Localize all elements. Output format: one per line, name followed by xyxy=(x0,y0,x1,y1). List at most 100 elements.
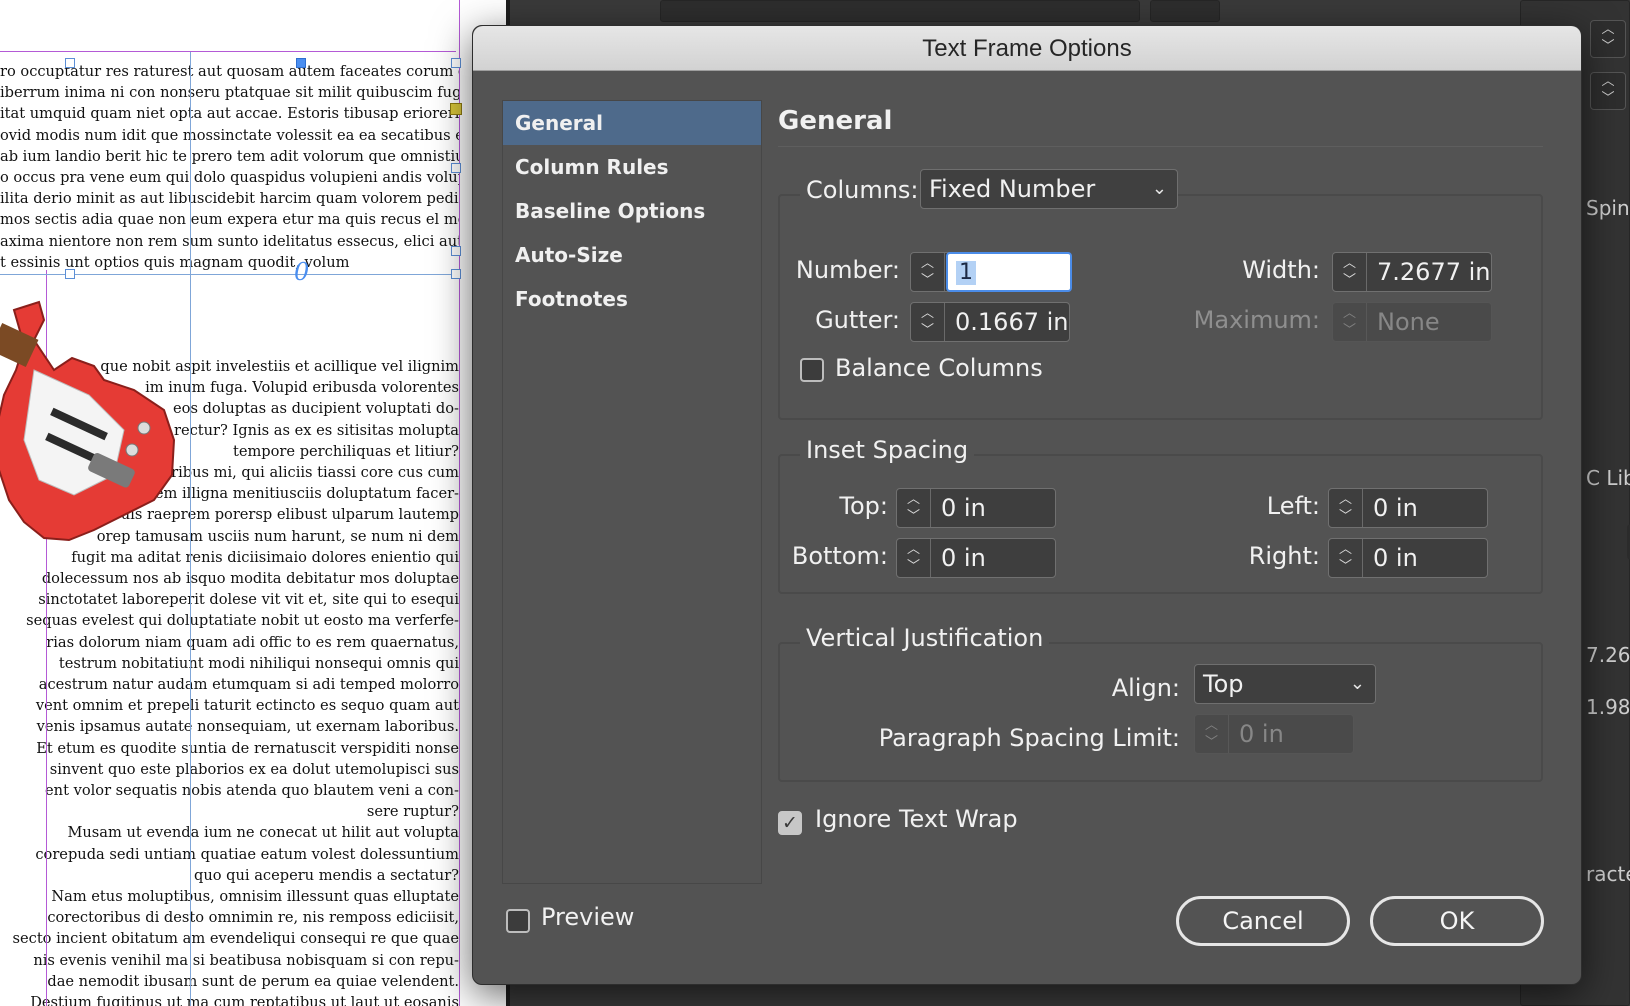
frame-handle-top-right[interactable] xyxy=(451,58,461,68)
vertical-justification-group: Vertical Justification Align: Top ⌄ Para… xyxy=(778,624,1543,782)
checkmark-icon: ✓ xyxy=(782,812,798,834)
vertical-justification-title: Vertical Justification xyxy=(800,624,1050,652)
number-input[interactable]: 1 xyxy=(946,252,1072,292)
chevron-down-icon: ⌄ xyxy=(1151,178,1167,199)
text-line: dolecessum nos ab isquo modita debitatur… xyxy=(41,570,459,588)
inset-right-value: 0 in xyxy=(1373,544,1418,572)
text-line: venis ipsamus autate nonsequiam, ut exer… xyxy=(36,718,459,736)
maximum-field: ︿ ﹀ None xyxy=(1332,302,1492,342)
control-bar-segment xyxy=(1150,0,1220,22)
inset-top-stepper-icon[interactable]: ︿ ﹀ xyxy=(897,489,931,527)
control-bar xyxy=(660,0,1140,22)
text-line: sinvent quo este plaborios ex ea dolut u… xyxy=(49,760,459,778)
inset-bottom-value: 0 in xyxy=(941,544,986,572)
text-line: testrum nobitatiunt modi nihiliqui nonse… xyxy=(58,654,459,672)
number-label: Number: xyxy=(795,256,900,284)
maximum-stepper-icon: ︿ ﹀ xyxy=(1333,303,1367,341)
balance-columns-label[interactable]: Balance Columns xyxy=(835,354,1043,382)
text-line: vent omnim et prepeli taturit ectincto e… xyxy=(35,697,459,715)
panel-stepper-top[interactable]: ︿ ﹀ xyxy=(1590,20,1626,58)
number-stepper-icon[interactable]: ︿ ﹀ xyxy=(911,253,945,291)
text-frame-top[interactable]: ro occuptatur res raturest aut quosam au… xyxy=(0,61,459,276)
number-input-selection: 1 xyxy=(956,261,976,285)
text-line: ab ium landio berit hic te prero tem adi… xyxy=(0,147,459,165)
width-stepper-icon[interactable]: ︿ ﹀ xyxy=(1333,253,1367,291)
out-port-icon[interactable]: 0 xyxy=(294,258,309,286)
gutter-field[interactable]: ︿ ﹀ 0.1667 in xyxy=(910,302,1070,342)
text-line: rias dolorum niam quam adi offic to es r… xyxy=(46,633,459,651)
text-line: mos sectis adia quae non eum expera etur… xyxy=(0,211,459,229)
nav-item-footnotes[interactable]: Footnotes xyxy=(503,277,761,321)
nav-item-column-rules[interactable]: Column Rules xyxy=(503,145,761,189)
frame-handle-bottom-right[interactable] xyxy=(451,269,461,279)
text-line: axima nientore non rem sum sunto idelita… xyxy=(0,232,459,250)
margin-guide-right xyxy=(459,0,460,1006)
frame-handle-top-center[interactable] xyxy=(296,58,306,68)
panel-value-height: 1.985 xyxy=(1586,695,1630,719)
nav-item-general[interactable]: General xyxy=(503,101,761,145)
cancel-button[interactable]: Cancel xyxy=(1176,896,1350,946)
text-line: iberrum inima ni con nonseru ptatquae si… xyxy=(0,84,459,102)
ignore-text-wrap-label[interactable]: Ignore Text Wrap xyxy=(815,805,1018,833)
align-select[interactable]: Top ⌄ xyxy=(1194,664,1376,704)
width-label: Width: xyxy=(1242,256,1320,284)
text-line: sequas evelest qui doluptatiate nobit ut… xyxy=(26,612,459,630)
inset-spacing-title: Inset Spacing xyxy=(800,436,975,464)
maximum-label: Maximum: xyxy=(1193,306,1320,334)
dialog-title: Text Frame Options xyxy=(922,35,1132,62)
ignore-text-wrap-checkbox[interactable]: ✓ xyxy=(778,811,802,835)
panel-stepper-second[interactable]: ︿ ﹀ xyxy=(1590,72,1626,110)
number-field[interactable]: ︿ ﹀ 1 xyxy=(910,252,1072,292)
frame-handle-mid-right[interactable] xyxy=(451,163,461,173)
text-line: Destium fugitinus ut ma cum reptatibus u… xyxy=(30,994,459,1006)
chevron-down-icon: ⌄ xyxy=(1349,673,1365,694)
text-line: quo qui aceperu mendis a sectatur? xyxy=(194,866,459,884)
nav-item-baseline-options[interactable]: Baseline Options xyxy=(503,189,761,233)
gutter-label: Gutter: xyxy=(815,306,900,334)
paragraph-spacing-limit-label: Paragraph Spacing Limit: xyxy=(878,724,1180,752)
text-line: sinctotatet laboreperit dolese vit vit e… xyxy=(38,591,459,609)
align-label: Align: xyxy=(1111,674,1180,702)
panel-label-spine: Spine xyxy=(1586,196,1630,220)
nav-item-auto-size[interactable]: Auto-Size xyxy=(503,233,761,277)
dialog-title-bar[interactable]: Text Frame Options xyxy=(473,26,1581,71)
text-line: ovid modis num idit que mossinctate vole… xyxy=(0,126,459,144)
inset-spacing-group: Inset Spacing Top: ︿ ﹀ 0 in Bottom: ︿ ﹀ 0 … xyxy=(778,436,1543,594)
guitar-image[interactable] xyxy=(0,300,194,545)
inset-top-label: Top: xyxy=(839,492,888,520)
ok-button[interactable]: OK xyxy=(1370,896,1544,946)
section-title: General xyxy=(778,106,893,136)
preview-label[interactable]: Preview xyxy=(541,903,634,931)
inset-right-label: Right: xyxy=(1248,542,1320,570)
columns-label: Columns: xyxy=(800,176,925,204)
text-line: fugit ma aditat renis diciisimaio dolore… xyxy=(71,548,459,566)
text-line: secto incient obitatum am evendeliqui co… xyxy=(12,930,459,948)
text-line: ilita derio minit as aut libuscidebit ha… xyxy=(0,190,459,208)
gutter-stepper-icon[interactable]: ︿ ﹀ xyxy=(911,303,945,341)
frame-handle-top-left[interactable] xyxy=(65,58,75,68)
inset-right-stepper-icon[interactable]: ︿ ﹀ xyxy=(1329,539,1363,577)
inset-right-field[interactable]: ︿ ﹀ 0 in xyxy=(1328,538,1488,578)
inset-left-field[interactable]: ︿ ﹀ 0 in xyxy=(1328,488,1488,528)
text-line: o occus pra vene eum qui dolo quaspidus … xyxy=(0,169,459,187)
text-line: Et etum es quodite suntia de rernatuscit… xyxy=(36,739,459,757)
text-line: corepuda sedi untiam quatiae eatum voles… xyxy=(35,845,459,863)
options-category-list: General Column Rules Baseline Options Au… xyxy=(502,100,762,884)
panel-value-width: 7.267 xyxy=(1586,643,1630,667)
inset-bottom-field[interactable]: ︿ ﹀ 0 in xyxy=(896,538,1056,578)
inset-bottom-stepper-icon[interactable]: ︿ ﹀ xyxy=(897,539,931,577)
frame-handle-right-lower[interactable] xyxy=(451,246,461,256)
document-page: ro occuptatur res raturest aut quosam au… xyxy=(0,0,510,1006)
columns-mode-select[interactable]: Fixed Number ⌄ xyxy=(920,169,1178,209)
live-corner-handle[interactable] xyxy=(450,103,462,115)
frame-handle-bottom-left[interactable] xyxy=(65,269,75,279)
panel-label-character: racte xyxy=(1586,862,1630,886)
text-frame-options-dialog: Text Frame Options General Column Rules … xyxy=(472,25,1630,985)
balance-columns-checkbox[interactable] xyxy=(800,358,824,382)
inset-top-field[interactable]: ︿ ﹀ 0 in xyxy=(896,488,1056,528)
maximum-value: None xyxy=(1377,308,1440,336)
text-line: dae nemodit ibusam sunt de perum ea quia… xyxy=(47,972,459,990)
inset-left-stepper-icon[interactable]: ︿ ﹀ xyxy=(1329,489,1363,527)
preview-checkbox[interactable] xyxy=(506,909,530,933)
width-field[interactable]: ︿ ﹀ 7.2677 in xyxy=(1332,252,1492,292)
